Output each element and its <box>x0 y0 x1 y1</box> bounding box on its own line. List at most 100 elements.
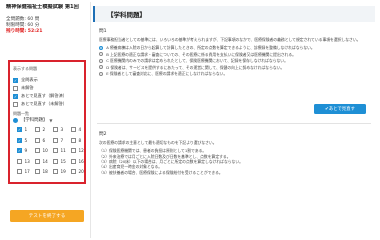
question-text: 医療事務担当者としての基準には、いろいろの基準が考えられますが、下記事項のなかで… <box>99 37 361 42</box>
divider <box>97 123 371 124</box>
question-grid-item[interactable]: 17 <box>17 168 35 175</box>
question-grid-item[interactable]: 8 <box>71 137 89 144</box>
main-panel: 【学科問題】 問1 医療事務担当者としての基準には、いろいろの基準が考えられます… <box>90 2 376 238</box>
question-grid-item[interactable]: 4 <box>71 126 89 133</box>
answer-option-text: D 保険者は、サービスを提供するにあたって、その運営に関して、保健の向上に努めな… <box>106 64 285 70</box>
filter-checkbox[interactable]: ✓ <box>13 93 18 99</box>
question-checkbox[interactable] <box>35 148 40 153</box>
question-checkbox[interactable]: ✓ <box>17 148 22 153</box>
question-grid-number: 12 <box>78 148 84 153</box>
answer-radio[interactable] <box>99 71 104 76</box>
question-grid-number: 7 <box>60 137 64 143</box>
filter-all[interactable]: ✓ 全問表示 <box>13 76 67 84</box>
question-grid-number: 3 <box>60 127 64 132</box>
question-grid-item[interactable]: 19 <box>53 168 71 175</box>
question-grid-number: 1 <box>24 127 28 132</box>
answer-option[interactable]: D 保険者は、サービスを提供するにあたって、その運営に関して、保健の向上に努めな… <box>99 65 369 70</box>
answer-options: A 療養病棟は入院の日から起算して計算したときの、所定の点数を算定できるように、… <box>99 45 369 76</box>
question-1: 問1 医療事務担当者としての基準には、いろいろの基準が考えられますが、下記事項の… <box>99 28 369 78</box>
question-grid-item[interactable]: 6 <box>35 137 53 144</box>
filter-checkbox[interactable]: ✓ <box>13 77 18 83</box>
question-checkbox[interactable] <box>53 158 58 164</box>
statement-list: （1）保険医療機関では、患者の負担は原則として1割である。 （2）外来治療では月ご… <box>99 148 369 175</box>
end-test-button[interactable]: テストを終了する <box>10 210 84 222</box>
question-grid-item[interactable]: 10 <box>35 147 53 154</box>
question-grid-item[interactable]: 12 <box>71 147 89 154</box>
question-grid-number: 18 <box>42 169 48 174</box>
question-checkbox[interactable] <box>71 127 76 132</box>
question-checkbox[interactable] <box>35 169 40 174</box>
answer-radio[interactable] <box>99 58 104 63</box>
question-grid-number: 17 <box>24 169 30 174</box>
question-checkbox[interactable] <box>35 137 40 143</box>
question-grid-item[interactable]: 11 <box>53 147 71 154</box>
chevron-down-icon: ▼ <box>49 117 53 123</box>
sidebar: 精神保健福祉士模擬試験 第1回 全問題数: 60 問 制限時間: 60 分 残り… <box>2 2 88 238</box>
review-later-button[interactable]: ✔あとで見直す <box>314 104 366 114</box>
question-checkbox[interactable]: ✓ <box>17 127 22 132</box>
question-number: 問2 <box>99 132 107 137</box>
question-grid-item[interactable]: ✓ 9 <box>17 147 35 154</box>
question-grid-item[interactable]: 15 <box>53 158 71 165</box>
category-selector[interactable]: 【学科問題】 ▼ <box>13 117 52 123</box>
question-grid-number: 9 <box>24 148 28 153</box>
question-checkbox[interactable] <box>17 169 22 174</box>
question-checkbox[interactable] <box>71 148 76 153</box>
question-grid-item[interactable]: 2 <box>35 126 53 133</box>
answer-radio[interactable] <box>99 65 104 70</box>
question-checkbox[interactable] <box>17 158 22 164</box>
question-checkbox[interactable] <box>53 148 58 153</box>
question-grid-number: 6 <box>42 137 46 143</box>
question-grid-number: 5 <box>24 137 28 143</box>
question-grid-number: 11 <box>60 148 66 153</box>
question-number: 問1 <box>99 29 107 34</box>
answer-option-text: C 医療機関内のみでの請求は定められたとして、保険医療機関において、記録を保存し… <box>106 58 288 64</box>
question-grid-item[interactable]: 13 <box>17 158 35 165</box>
question-checkbox[interactable] <box>53 169 58 174</box>
filter-review-answered[interactable]: ✓ あとで見直す（解答済） <box>13 92 67 100</box>
question-grid-number: 20 <box>78 169 84 174</box>
question-grid-item[interactable]: ✓ 1 <box>17 126 35 133</box>
filter-unanswered[interactable]: 未解答 <box>13 84 67 92</box>
exam-title: 精神保健福祉士模擬試験 第1回 <box>6 4 79 10</box>
question-text: 次の医療の請求の主意として最も適切なものを下記より選びなさい。 <box>99 140 217 145</box>
filter-label: 全問表示 <box>21 77 38 82</box>
question-grid-item[interactable]: 14 <box>35 158 53 165</box>
answer-option[interactable]: E 保険者として審査対応に、医療の請求を適正にしなければならない。 <box>99 71 369 76</box>
question-grid-item[interactable]: 18 <box>35 168 53 175</box>
question-grid-item[interactable]: 16 <box>71 158 89 165</box>
question-grid-number: 14 <box>42 158 48 164</box>
answer-option[interactable]: C 医療機関内のみでの請求は定められたとして、保険医療機関において、記録を保存し… <box>99 58 369 63</box>
category-label: 【学科問題】 <box>21 118 48 123</box>
question-grid-number: 15 <box>60 158 66 164</box>
question-grid-item[interactable]: 7 <box>53 137 71 144</box>
answer-radio[interactable] <box>99 45 104 50</box>
filter-review-unanswered[interactable]: あとで見直す（未解答） <box>13 100 67 108</box>
answer-option-text: E 保険者として審査対応に、医療の請求を適正にしなければならない。 <box>106 71 228 77</box>
filter-label: 未解答 <box>21 85 34 90</box>
answer-option-text: B 上記医療の適正な請求・審査についての、その医療に係る費用を支払いに保険者又は… <box>106 51 296 57</box>
answer-option[interactable]: B 上記医療の適正な請求・審査についての、その医療に係る費用を支払いに保険者又は… <box>99 52 369 57</box>
question-checkbox[interactable] <box>53 127 58 132</box>
exam-stats: 全問題数: 60 問 制限時間: 60 分 残り時間: 52:21 <box>6 17 42 36</box>
question-grid-number: 2 <box>42 127 46 132</box>
question-grid: ✓ 1 2 3 4 ✓ 5 6 7 8 ✓ 9 10 11 12 13 14 15 16 17 18 19 20 <box>17 126 89 175</box>
filter-checkbox[interactable] <box>13 85 18 91</box>
question-checkbox[interactable] <box>71 169 76 174</box>
question-grid-item[interactable]: 20 <box>71 168 89 175</box>
answer-radio[interactable] <box>99 52 104 57</box>
question-grid-number: 10 <box>42 148 48 153</box>
question-checkbox[interactable] <box>71 137 76 143</box>
question-grid-item[interactable]: 3 <box>53 126 71 133</box>
answer-option[interactable]: A 療養病棟は入院の日から起算して計算したときの、所定の点数を算定できるように、… <box>99 45 369 50</box>
filter-checkbox[interactable] <box>13 101 18 107</box>
question-checkbox[interactable] <box>53 137 58 143</box>
filter-heading: 表示する問題 <box>13 66 37 71</box>
question-checkbox[interactable]: ✓ <box>17 137 22 143</box>
question-grid-number: 8 <box>78 137 82 143</box>
question-checkbox[interactable] <box>35 127 40 132</box>
question-checkbox[interactable] <box>71 158 76 164</box>
category-dot-icon <box>13 117 18 123</box>
question-checkbox[interactable] <box>35 158 40 164</box>
question-grid-item[interactable]: ✓ 5 <box>17 137 35 144</box>
